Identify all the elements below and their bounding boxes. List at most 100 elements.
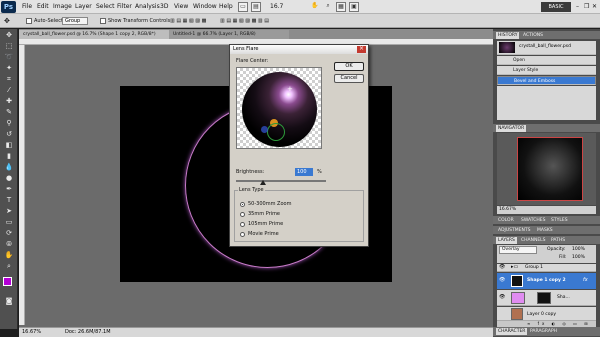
tab-paths[interactable]: PATHS xyxy=(549,237,567,244)
window-close-icon[interactable]: ✕ xyxy=(592,2,597,12)
menu-select[interactable]: Select xyxy=(96,2,115,12)
tab-crystal-ball[interactable]: crystall_ball_flower.psd @ 16.7% (Shape … xyxy=(19,30,169,39)
lens-radio-35mm[interactable] xyxy=(240,212,245,217)
tab-layers[interactable]: LAYERS xyxy=(496,237,517,244)
history-snapshot[interactable]: crystall_ball_flower.psd xyxy=(497,41,596,55)
blur-tool-icon[interactable]: 💧 xyxy=(3,163,15,172)
history-item-selected[interactable]: Bevel and Emboss xyxy=(497,76,596,85)
tab-navigator[interactable]: NAVIGATOR xyxy=(496,125,527,132)
window-minimize-icon[interactable]: – xyxy=(576,2,579,12)
brightness-slider-thumb[interactable] xyxy=(260,180,266,185)
tab-history[interactable]: HISTORY xyxy=(496,32,520,39)
move-tool-icon[interactable]: ✥ xyxy=(4,17,10,25)
zoom-level[interactable]: 16.7 xyxy=(270,2,283,12)
blend-mode-dropdown[interactable]: Overlay xyxy=(499,246,537,254)
layer-row[interactable]: 👁 Sha... xyxy=(497,290,596,306)
eyedropper-tool-icon[interactable]: ⁄ xyxy=(3,86,15,95)
menu-file[interactable]: File xyxy=(22,2,32,12)
hand-tool-icon[interactable]: ✋ xyxy=(310,2,320,12)
menu-filter[interactable]: Filter xyxy=(117,2,132,12)
3d-rotate-tool-icon[interactable]: ⟳ xyxy=(3,229,15,238)
lens-option-label[interactable]: 35mm Prime xyxy=(248,211,280,218)
fill-value[interactable]: 100% xyxy=(572,255,585,260)
tab-adjustments[interactable]: ADJUSTMENTS xyxy=(496,227,532,234)
menu-image[interactable]: Image xyxy=(53,2,72,12)
tab-actions[interactable]: ACTIONS xyxy=(521,32,545,39)
menu-3d[interactable]: 3D xyxy=(160,2,168,12)
foreground-color-swatch[interactable] xyxy=(3,277,12,286)
lens-option-label[interactable]: 50-300mm Zoom xyxy=(248,201,291,208)
gradient-tool-icon[interactable]: ▮ xyxy=(3,152,15,161)
photoshop-logo[interactable]: Ps xyxy=(1,1,16,13)
ok-button[interactable]: OK xyxy=(334,62,364,71)
mini-bridge-icon[interactable]: ▤ xyxy=(251,2,261,12)
move-tool-icon[interactable]: ✥ xyxy=(3,31,15,40)
marquee-tool-icon[interactable]: ⬚ xyxy=(3,42,15,51)
visibility-eye-icon[interactable]: 👁 xyxy=(499,277,505,283)
layer-row-selected[interactable]: 👁 Shape 1 copy 2 fx xyxy=(497,273,596,289)
close-icon[interactable]: × xyxy=(357,46,366,53)
hand-tool-icon[interactable]: ✋ xyxy=(3,251,15,260)
menu-edit[interactable]: Edit xyxy=(37,2,49,12)
tab-character[interactable]: CHARACTER xyxy=(496,328,528,335)
lens-radio-105mm[interactable] xyxy=(240,222,245,227)
history-brush-tool-icon[interactable]: ↺ xyxy=(3,130,15,139)
eraser-tool-icon[interactable]: ◧ xyxy=(3,141,15,150)
bridge-icon[interactable]: ▭ xyxy=(238,2,248,12)
healing-brush-tool-icon[interactable]: ✚ xyxy=(3,97,15,106)
window-restore-icon[interactable]: ❐ xyxy=(584,2,589,12)
shape-tool-icon[interactable]: ▭ xyxy=(3,218,15,227)
menu-help[interactable]: Help xyxy=(219,2,233,12)
tab-color[interactable]: COLOR xyxy=(496,217,516,224)
lens-option-label[interactable]: Movie Prime xyxy=(248,231,279,238)
flare-preview[interactable]: + xyxy=(236,67,322,149)
distribute-icons[interactable]: ▥ ▤ ▦ ▧ ▨ ▩ ▥ ▤ xyxy=(220,17,269,25)
brightness-slider-track[interactable] xyxy=(236,180,326,182)
menu-window[interactable]: Window xyxy=(193,2,217,12)
dodge-tool-icon[interactable]: ● xyxy=(3,174,15,183)
workspace-switcher[interactable]: BASIC xyxy=(541,2,571,12)
menu-view[interactable]: View xyxy=(174,2,188,12)
auto-select-dropdown[interactable]: Group xyxy=(62,17,88,25)
menu-layer[interactable]: Layer xyxy=(75,2,92,12)
navigator-preview[interactable] xyxy=(497,133,596,205)
clone-stamp-tool-icon[interactable]: ⚲ xyxy=(3,119,15,128)
brush-tool-icon[interactable]: ✎ xyxy=(3,108,15,117)
layer-row[interactable]: Layer 0 copy xyxy=(497,307,596,321)
status-zoom[interactable]: 16.67% xyxy=(22,328,41,337)
screen-mode-icon[interactable]: ▣ xyxy=(349,2,359,12)
navigator-zoom[interactable]: 16.67% xyxy=(499,207,516,212)
menu-analysis[interactable]: Analysis xyxy=(135,2,160,12)
path-selection-tool-icon[interactable]: ➤ xyxy=(3,207,15,216)
tab-untitled[interactable]: Untitled-1 @ 66.7% (Layer 1, RGB/8) xyxy=(169,30,289,39)
tab-paragraph[interactable]: PARAGRAPH xyxy=(528,328,559,335)
auto-select-checkbox[interactable] xyxy=(26,18,32,24)
zoom-tool-icon[interactable]: ⌕ xyxy=(323,2,333,12)
align-icons[interactable]: ▥ ▤ ▦ ▧ ▨ ▩ xyxy=(170,17,206,25)
opacity-value[interactable]: 100% xyxy=(572,247,585,252)
3d-camera-tool-icon[interactable]: ⦾ xyxy=(3,240,15,249)
transform-controls-checkbox[interactable] xyxy=(100,18,106,24)
tab-channels[interactable]: CHANNELS xyxy=(519,237,548,244)
crop-tool-icon[interactable]: ⌗ xyxy=(3,75,15,84)
lens-radio-50-300mm[interactable] xyxy=(240,202,245,207)
dialog-title[interactable]: Lens Flare xyxy=(230,45,368,54)
visibility-eye-icon[interactable]: 👁 xyxy=(499,264,505,270)
history-item[interactable]: Layer Style xyxy=(497,66,596,75)
lasso-tool-icon[interactable]: ➰ xyxy=(3,53,15,62)
layer-effects-icon[interactable]: fx xyxy=(583,277,588,283)
zoom-tool-icon[interactable]: ⌕ xyxy=(3,262,15,271)
magic-wand-tool-icon[interactable]: ✦ xyxy=(3,64,15,73)
tab-swatches[interactable]: SWATCHES xyxy=(519,217,548,224)
tab-styles[interactable]: STYLES xyxy=(549,217,570,224)
visibility-eye-icon[interactable]: 👁 xyxy=(499,294,505,300)
quick-mask-icon[interactable]: ◙ xyxy=(3,297,15,306)
lens-option-label[interactable]: 105mm Prime xyxy=(248,221,283,228)
layer-row-group[interactable]: 👁 ▸▭ Group 1 xyxy=(497,264,596,272)
brightness-input[interactable]: 100 xyxy=(295,168,313,176)
type-tool-icon[interactable]: T xyxy=(3,196,15,205)
pen-tool-icon[interactable]: ✒ xyxy=(3,185,15,194)
navigator-view-box[interactable] xyxy=(517,137,583,201)
tab-masks[interactable]: MASKS xyxy=(535,227,555,234)
cancel-button[interactable]: Cancel xyxy=(334,74,364,83)
